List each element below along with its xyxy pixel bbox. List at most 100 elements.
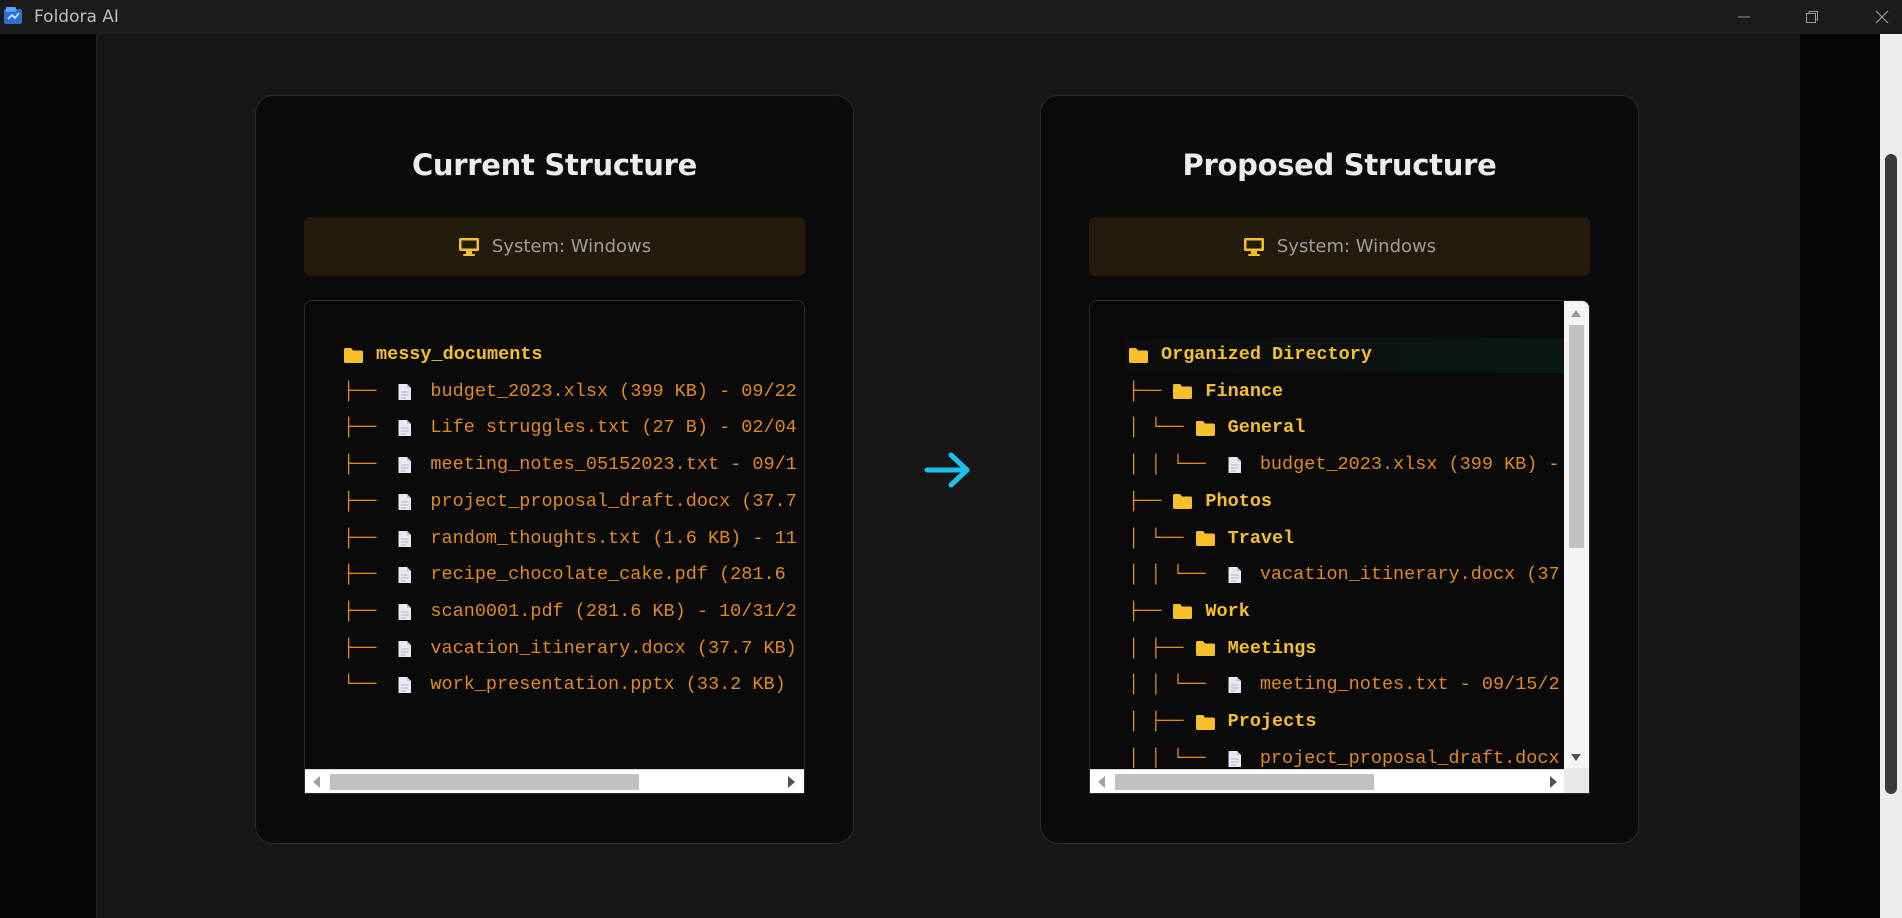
file-icon — [1228, 457, 1241, 474]
tree-file-row[interactable]: ├── scan0001.pdf (281.6 KB) - 10/31/2 — [343, 595, 797, 629]
tree-content: messy_documents ├── budget_2023.xlsx (399… — [305, 301, 804, 768]
file-icon — [398, 640, 412, 657]
tree-branch-connector: │ │ └── — [1128, 454, 1217, 476]
tree-file-row[interactable]: │ │ └── meeting_notes.txt - 09/15/2 — [1128, 668, 1560, 702]
horizontal-scrollbar[interactable] — [305, 769, 804, 793]
folder-name: Finance — [1205, 380, 1284, 402]
folder-name: Meetings — [1227, 637, 1317, 659]
file-icon — [398, 677, 412, 694]
folder-icon — [1173, 494, 1193, 510]
folder-icon — [1129, 347, 1148, 363]
file-name: project_proposal_draft.docx (37.7 — [430, 490, 797, 512]
file-name: meeting_notes.txt - 09/15/2 — [1259, 674, 1560, 696]
file-icon — [398, 567, 412, 584]
arrow-right-icon — [924, 452, 970, 488]
tree-branch-connector: ├── — [343, 564, 388, 586]
window-scrollbar[interactable] — [1880, 34, 1902, 918]
tree-branch-connector: ├── — [343, 490, 388, 512]
tree-file-row[interactable]: │ │ └── project_proposal_draft.docx — [1128, 742, 1560, 768]
folder-name: General — [1227, 417, 1306, 439]
proposed-tree-view[interactable]: Organized Directory ├── Finance │ └── Gene… — [1089, 300, 1590, 794]
folder-name: Organized Directory — [1161, 344, 1372, 365]
folder-icon — [1173, 604, 1193, 620]
tree-content: Organized Directory ├── Finance │ └── Gene… — [1090, 301, 1564, 768]
file-icon — [398, 457, 412, 474]
tree-branch-connector: ├── — [343, 527, 388, 549]
file-name: budget_2023.xlsx (399 KB) - — [1259, 454, 1560, 476]
tree-file-row[interactable]: └── work_presentation.pptx (33.2 KB) — [343, 668, 786, 702]
tree-folder-row[interactable]: │ ├── Projects — [1128, 705, 1316, 739]
tree-file-row[interactable]: ├── recipe_chocolate_cake.pdf (281.6 — [343, 558, 786, 592]
file-name: scan0001.pdf (281.6 KB) - 10/31/2 — [430, 600, 797, 622]
tree-folder-row[interactable]: messy_documents — [343, 338, 543, 372]
minimize-button[interactable] — [1716, 0, 1772, 34]
tree-branch-connector: │ │ └── — [1128, 747, 1217, 768]
file-name: meeting_notes_05152023.txt - 09/1 — [430, 454, 797, 476]
scrollbar-thumb[interactable] — [330, 774, 639, 790]
tree-branch-connector: ├── — [343, 600, 388, 622]
tree-folder-row[interactable]: │ └── Travel — [1128, 522, 1294, 556]
current-tree-view[interactable]: messy_documents ├── budget_2023.xlsx (399… — [304, 300, 805, 794]
tree-file-row[interactable]: ├── budget_2023.xlsx (399 KB) - 09/22 — [343, 375, 797, 409]
scrollbar-corner — [1564, 768, 1589, 793]
horizontal-scrollbar[interactable] — [1090, 769, 1566, 793]
tree-file-row[interactable]: │ │ └── vacation_itinerary.docx (37 — [1128, 558, 1560, 592]
scroll-left-icon[interactable] — [313, 776, 320, 788]
folder-name: Projects — [1227, 711, 1317, 732]
tree-branch-connector: ├── — [1128, 380, 1173, 402]
scroll-left-icon[interactable] — [1098, 776, 1105, 788]
tree-file-row[interactable]: ├── vacation_itinerary.docx (37.7 KB) — [343, 632, 797, 666]
folder-icon — [344, 347, 363, 363]
tree-file-row[interactable]: ├── random_thoughts.txt (1.6 KB) - 11 — [343, 522, 797, 556]
tree-branch-connector: │ └── — [1128, 417, 1195, 439]
file-name: vacation_itinerary.docx (37 — [1259, 564, 1560, 586]
file-icon — [398, 420, 412, 437]
app-title: Foldora AI — [34, 7, 119, 27]
folder-icon — [1195, 531, 1215, 546]
title-bar: Foldora AI — [0, 0, 1902, 34]
tree-branch-connector: ├── — [343, 454, 388, 476]
system-label: System: Windows — [491, 236, 652, 257]
file-name: work_presentation.pptx (33.2 KB) — [430, 674, 786, 696]
file-name: random_thoughts.txt (1.6 KB) - 11 — [430, 527, 797, 549]
right-margin — [1800, 34, 1880, 918]
file-icon — [398, 603, 412, 620]
scrollbar-thumb[interactable] — [1115, 774, 1374, 790]
file-icon — [398, 530, 412, 547]
tree-file-row[interactable]: │ │ └── budget_2023.xlsx (399 KB) - — [1128, 448, 1560, 482]
tree-file-row[interactable]: ├── project_proposal_draft.docx (37.7 — [343, 485, 797, 519]
restore-icon — [1806, 11, 1818, 23]
tree-branch-connector: └── — [343, 674, 388, 696]
tree-branch-connector: │ │ └── — [1128, 674, 1217, 696]
tree-file-row[interactable]: ├── Life struggles.txt (27 B) - 02/04 — [343, 411, 797, 445]
scrollbar-thumb[interactable] — [1885, 154, 1897, 794]
tree-folder-row[interactable]: ├── Work — [1128, 595, 1250, 629]
file-icon — [1228, 677, 1241, 694]
tree-folder-row[interactable]: ├── Finance — [1128, 375, 1283, 409]
file-name: Life struggles.txt (27 B) - 02/04 — [430, 417, 797, 439]
scroll-down-icon[interactable] — [1571, 754, 1581, 761]
file-name: vacation_itinerary.docx (37.7 KB) — [430, 637, 797, 659]
scroll-right-icon[interactable] — [1550, 776, 1557, 788]
app-logo-icon — [4, 7, 22, 24]
tree-branch-connector: ├── — [1128, 490, 1173, 512]
close-button[interactable] — [1854, 0, 1902, 34]
scroll-right-icon[interactable] — [788, 776, 795, 788]
tree-file-row[interactable]: ├── meeting_notes_05152023.txt - 09/1 — [343, 448, 797, 482]
proposed-structure-card: Proposed Structure System: Windows Organ… — [1040, 95, 1639, 844]
restore-button[interactable] — [1784, 0, 1840, 34]
vertical-scrollbar[interactable] — [1564, 301, 1589, 770]
tree-folder-row[interactable]: ├── Photos — [1128, 485, 1272, 519]
tree-folder-row[interactable]: │ └── General — [1128, 411, 1305, 445]
tree-folder-row[interactable]: Organized Directory — [1128, 338, 1372, 372]
card-title: Proposed Structure — [1182, 148, 1497, 182]
tree-branch-connector: │ ├── — [1128, 637, 1195, 659]
tree-folder-row[interactable]: │ ├── Meetings — [1128, 632, 1316, 666]
minimize-icon — [1738, 16, 1750, 18]
folder-icon — [1195, 420, 1215, 436]
tree-branch-connector: ├── — [343, 380, 388, 402]
scroll-up-icon[interactable] — [1571, 310, 1581, 317]
file-icon — [1228, 750, 1241, 767]
tree-branch-connector: │ ├── — [1128, 711, 1195, 732]
scrollbar-thumb[interactable] — [1569, 325, 1584, 548]
